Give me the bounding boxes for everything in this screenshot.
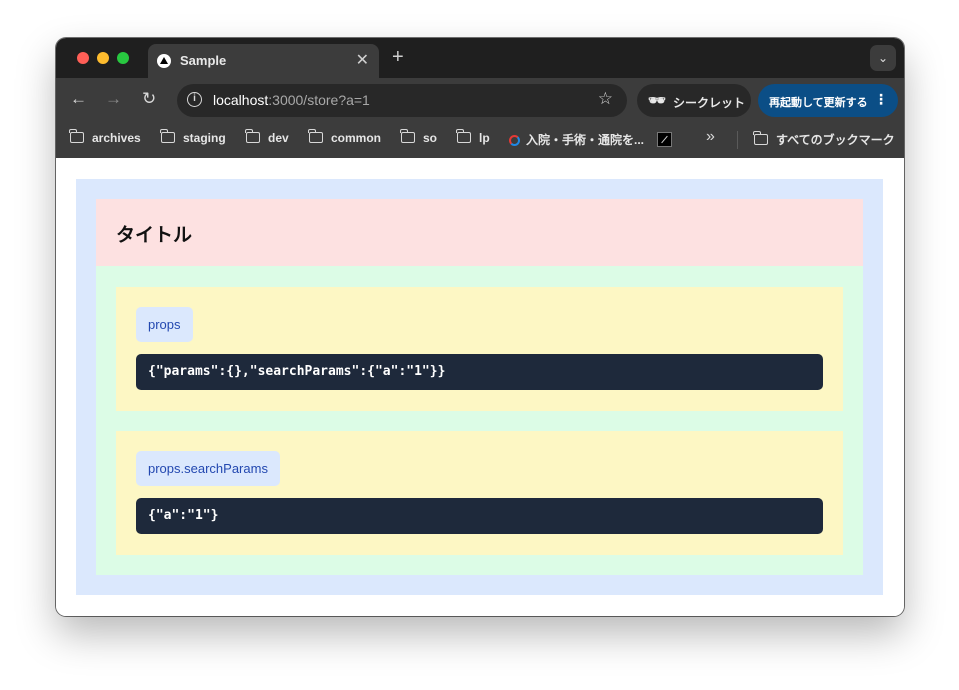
bookmark-label: dev [268, 131, 289, 145]
section-card: props.searchParams {"a":"1"} [116, 431, 843, 555]
update-label: 再起動して更新する [769, 97, 868, 109]
star-icon[interactable]: ☆ [598, 89, 613, 109]
section-label: props.searchParams [136, 451, 280, 486]
layout-container: タイトル props {"params":{},"searchParams":{… [76, 179, 883, 595]
incognito-label: シークレット [673, 96, 746, 110]
address-bar[interactable]: i localhost:3000/store?a=1 ☆ [177, 84, 627, 117]
folder-icon [753, 131, 768, 145]
folder-icon [69, 129, 84, 143]
main-content: props {"params":{},"searchParams":{"a":"… [96, 266, 863, 575]
toolbar: ← → ↻ i localhost:3000/store?a=1 ☆ 🕶 シーク… [56, 78, 904, 122]
info-icon[interactable]: i [187, 92, 202, 107]
page-header: タイトル [96, 199, 863, 266]
folder-icon [456, 129, 471, 143]
folder-icon [400, 129, 415, 143]
bookmark-label: lp [479, 131, 490, 145]
bookmark-folder-all[interactable]: すべてのブックマーク [753, 131, 895, 148]
arrow-right-icon[interactable]: → [105, 89, 122, 109]
code-block: {"params":{},"searchParams":{"a":"1"}} [136, 354, 823, 390]
incognito-button[interactable]: 🕶 シークレット [637, 84, 751, 117]
tab-sample[interactable]: Sample ✕ [148, 44, 379, 78]
bookmark-folder-so[interactable]: so [400, 129, 438, 145]
incognito-icon: 🕶 [648, 92, 666, 108]
tab-bar: Sample ✕ + ⌄ [56, 38, 904, 78]
bookmark-folder-dev[interactable]: dev [245, 129, 289, 145]
plus-icon[interactable]: + [392, 46, 404, 69]
chevron-down-icon[interactable]: ⌄ [870, 45, 896, 71]
bookmark-folder-common[interactable]: common [308, 129, 382, 145]
url-host: localhost [213, 92, 269, 108]
code-block: {"a":"1"} [136, 498, 823, 534]
folder-icon [308, 129, 323, 143]
bookmark-folder-lp[interactable]: lp [456, 129, 490, 145]
bookmark-label: staging [183, 131, 226, 145]
section-label: props [136, 307, 193, 342]
close-icon[interactable]: ✕ [356, 50, 369, 70]
minimize-window-button[interactable] [97, 52, 109, 64]
bookmark-label: 入院・手術・通院を... [526, 133, 645, 147]
update-button[interactable]: 再起動して更新する ⋮ [758, 84, 898, 117]
url-path: :3000/store?a=1 [268, 92, 370, 108]
bookmark-folder-staging[interactable]: staging [160, 129, 226, 145]
kebab-icon[interactable]: ⋮ [874, 91, 888, 108]
bookmark-label: so [423, 131, 438, 145]
bookmark-label: archives [92, 131, 141, 145]
bookmark-label: common [331, 131, 382, 145]
browser-window: Sample ✕ + ⌄ ← → ↻ i localhost:3000/stor… [56, 38, 904, 616]
bookmark-hospital[interactable]: 入院・手術・通院を... [509, 131, 644, 148]
chevron-double-right-icon[interactable]: » [706, 128, 715, 146]
tab-title: Sample [180, 53, 227, 68]
page-title: タイトル [116, 225, 193, 246]
section-card: props {"params":{},"searchParams":{"a":"… [116, 287, 843, 411]
bookmark-label: すべてのブックマーク [776, 133, 895, 147]
triangle-favicon-icon [157, 54, 171, 68]
bookmarks-bar: archives staging dev common so lp 入院・手術・… [56, 122, 904, 158]
bookmark-square-icon[interactable] [657, 132, 672, 147]
reload-icon[interactable]: ↻ [142, 89, 156, 109]
arrow-left-icon[interactable]: ← [70, 89, 87, 109]
close-window-button[interactable] [77, 52, 89, 64]
zoom-window-button[interactable] [117, 52, 129, 64]
divider [737, 131, 738, 149]
folder-icon [245, 129, 260, 143]
bookmark-folder-archives[interactable]: archives [69, 129, 141, 145]
page-content: タイトル props {"params":{},"searchParams":{… [56, 158, 904, 616]
loading-icon [509, 135, 520, 146]
url-text[interactable]: localhost:3000/store?a=1 [213, 92, 370, 108]
folder-icon [160, 129, 175, 143]
